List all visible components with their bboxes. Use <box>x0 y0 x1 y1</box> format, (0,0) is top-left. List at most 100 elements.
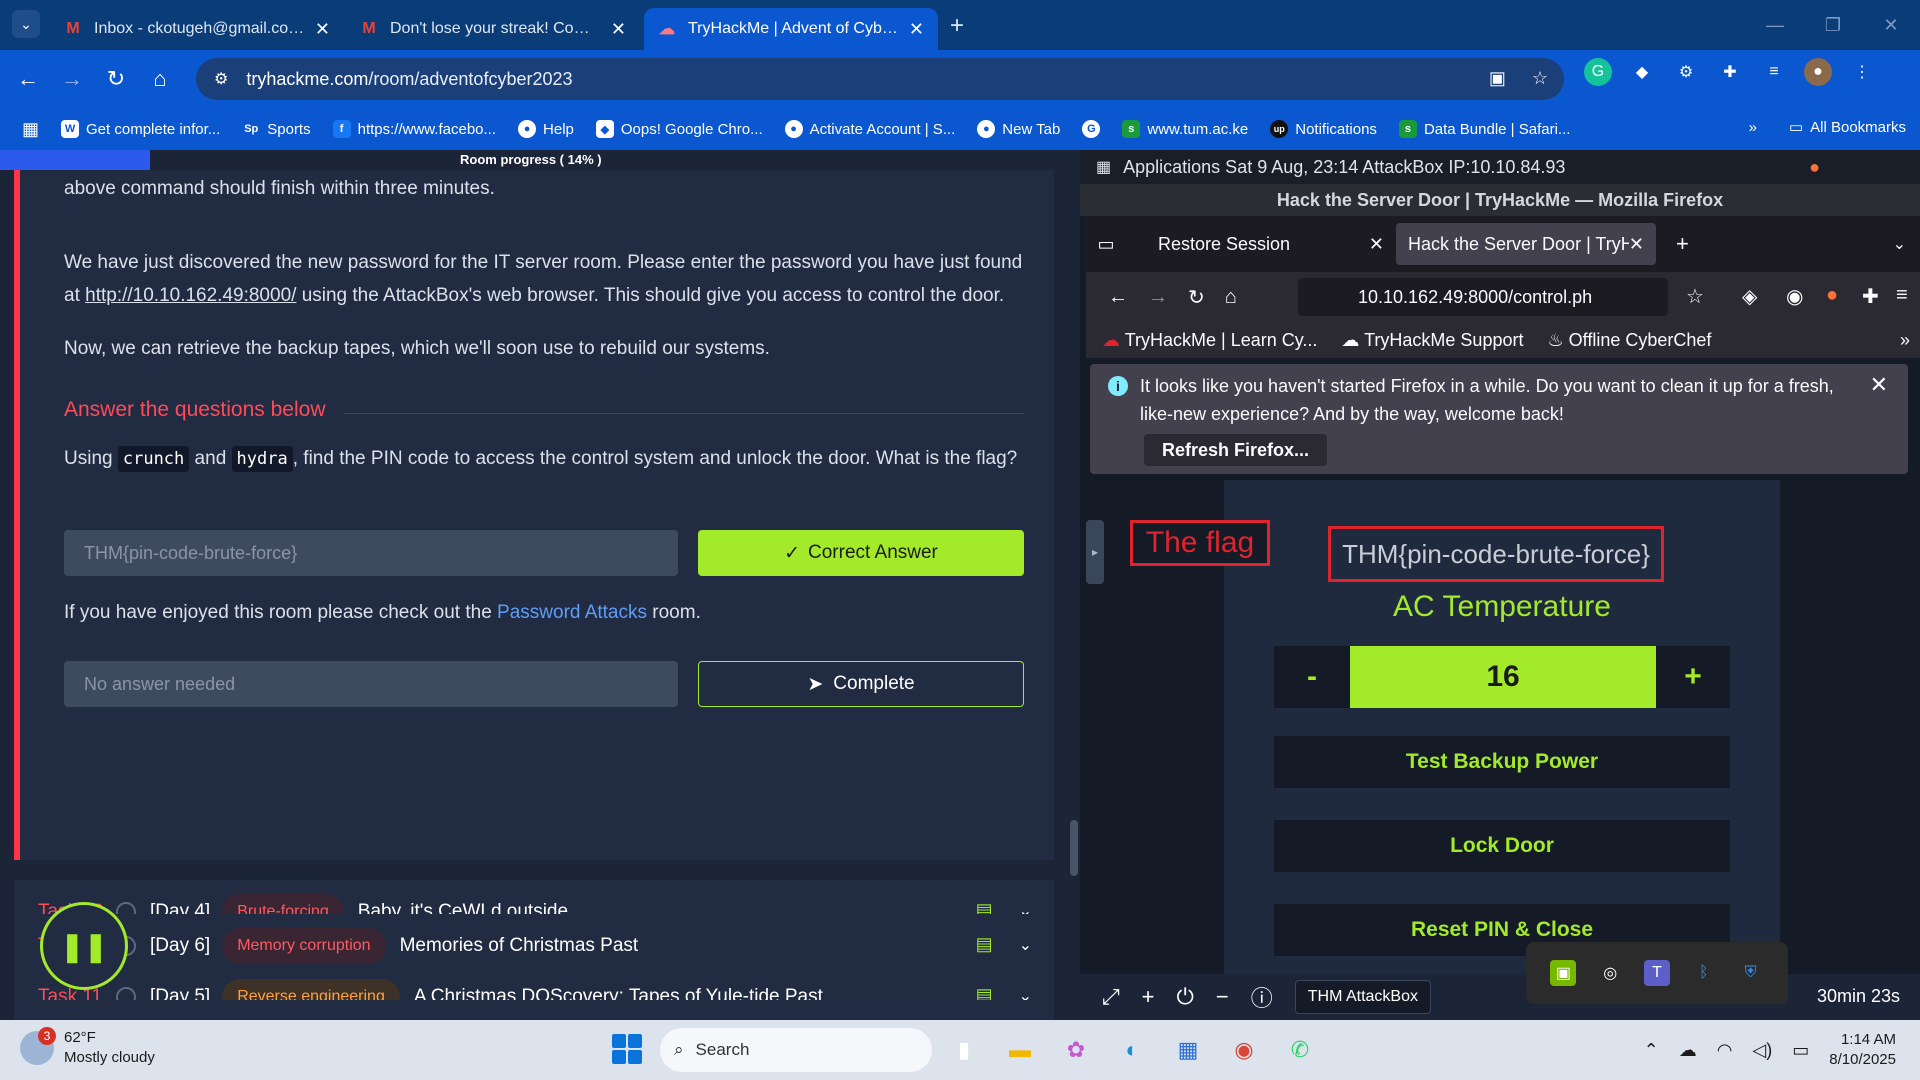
store-icon[interactable]: ▦ <box>1168 1028 1208 1072</box>
whatsapp-icon[interactable]: ✆ <box>1280 1028 1320 1072</box>
complete-button[interactable]: ➤ Complete <box>698 661 1024 707</box>
refresh-firefox-button[interactable]: Refresh Firefox... <box>1144 434 1328 466</box>
bookmark-star-icon[interactable]: ☆ <box>1686 284 1704 309</box>
answer-input[interactable]: No answer needed <box>64 661 678 707</box>
chevron-right-icon[interactable]: » <box>1900 330 1910 351</box>
back-icon[interactable]: ← <box>8 59 48 99</box>
taskbar-search[interactable]: ⌕ Search <box>660 1028 932 1072</box>
extension-diamond-icon[interactable]: ◆ <box>1628 58 1656 86</box>
close-icon[interactable]: ✕ <box>611 19 626 40</box>
teams-icon[interactable]: T <box>1643 960 1670 986</box>
reload-icon[interactable]: ↻ <box>96 59 136 99</box>
forward-icon[interactable]: → <box>1148 286 1168 309</box>
extension-icon[interactable]: ● <box>1826 284 1838 307</box>
minus-icon[interactable]: − <box>1216 984 1229 1010</box>
pocket-icon[interactable]: ◈ <box>1742 284 1757 309</box>
bookmark-item[interactable]: f https://www.facebo... <box>332 120 496 138</box>
bookmark-item[interactable]: W Get complete infor... <box>61 120 220 138</box>
menu-icon[interactable]: ⋮ <box>1848 58 1876 86</box>
new-tab-button[interactable]: + <box>950 12 964 40</box>
minimize-icon[interactable]: — <box>1746 0 1804 50</box>
bookmark-star-icon[interactable]: ☆ <box>1532 68 1548 89</box>
temp-decrease-button[interactable]: - <box>1274 646 1350 708</box>
account-icon[interactable]: ◉ <box>1786 284 1803 309</box>
close-icon[interactable]: ✕ <box>1629 234 1644 255</box>
answer-input[interactable]: THM{pin-code-brute-force} <box>64 530 678 576</box>
password-attacks-link[interactable]: Password Attacks <box>497 602 647 623</box>
bookmark-item[interactable]: ● Activate Account | S... <box>784 120 955 138</box>
attackbox-label[interactable]: THM AttackBox <box>1294 980 1431 1014</box>
close-icon[interactable]: ✕ <box>1870 372 1888 398</box>
power-icon[interactable]: ⏻ <box>1176 984 1193 1010</box>
chevron-down-icon[interactable]: ⌄ <box>1019 935 1032 955</box>
server-link[interactable]: http://10.10.162.49:8000/ <box>85 285 296 306</box>
wifi-icon[interactable]: ◠ <box>1717 1040 1733 1061</box>
firefox-url-bar[interactable]: 10.10.162.49:8000/control.ph <box>1298 278 1668 316</box>
apps-grid-icon[interactable]: ▦ <box>22 119 39 140</box>
menu-icon[interactable]: ≡ <box>1896 284 1908 307</box>
bookmark-item[interactable]: ● New Tab <box>977 120 1060 138</box>
scrollbar-thumb[interactable] <box>1070 820 1078 876</box>
edge-icon[interactable]: ◐ <box>1112 1028 1152 1072</box>
temp-increase-button[interactable]: + <box>1656 646 1730 708</box>
battery-icon[interactable]: ▭ <box>1792 1040 1809 1061</box>
copilot-icon[interactable]: ✿ <box>1056 1028 1096 1072</box>
chrome-icon[interactable]: ◉ <box>1224 1028 1264 1072</box>
bluetooth-icon[interactable]: ᛒ <box>1691 960 1717 986</box>
nvidia-icon[interactable]: ▣ <box>1550 960 1577 986</box>
close-icon[interactable]: ✕ <box>315 19 330 40</box>
expand-icon[interactable]: ⤢ <box>1102 984 1120 1010</box>
side-panel-handle[interactable]: ▸ <box>1086 520 1104 584</box>
all-bookmarks[interactable]: ▭ All Bookmarks <box>1789 118 1906 137</box>
site-info-icon[interactable]: ⚙ <box>214 69 228 89</box>
bookmark-item[interactable]: up Notifications <box>1270 120 1377 138</box>
bookmark-item[interactable]: s Data Bundle | Safari... <box>1398 120 1570 138</box>
clipboard-icon[interactable]: ▣ <box>1489 68 1506 89</box>
tab-tryhackme[interactable]: ☁ TryHackMe | Advent of Cyber 20 ✕ <box>644 8 938 50</box>
volume-icon[interactable]: ◁) <box>1752 1040 1772 1061</box>
bookmark-item[interactable]: ☁ TryHackMe | Learn Cy... <box>1102 330 1317 351</box>
weather-widget[interactable]: 3 62°F Mostly cloudy <box>20 1027 155 1068</box>
correct-answer-button[interactable]: ✓ Correct Answer <box>698 530 1024 576</box>
start-icon[interactable] <box>612 1034 642 1064</box>
apps-grid-icon[interactable]: ▦ <box>1096 157 1111 177</box>
bookmark-item[interactable]: Sp Sports <box>242 120 311 138</box>
clock[interactable]: 1:14 AM 8/10/2025 <box>1829 1030 1896 1070</box>
close-window-icon[interactable]: ✕ <box>1862 0 1920 50</box>
close-icon[interactable]: ✕ <box>1369 234 1384 255</box>
tab-overview-icon[interactable]: ▭ <box>1086 234 1126 255</box>
task-view-icon[interactable]: ▮ <box>944 1028 984 1072</box>
home-icon[interactable]: ⌂ <box>140 59 180 99</box>
new-tab-button[interactable]: + <box>1676 231 1689 257</box>
tab-gmail-inbox[interactable]: M Inbox - ckotugeh@gmail.com - ✕ <box>50 8 344 50</box>
bookmark-item[interactable]: ● Help <box>518 120 574 138</box>
puzzle-icon[interactable]: ✚ <box>1862 284 1879 309</box>
home-icon[interactable]: ⌂ <box>1225 286 1237 309</box>
chevron-up-icon[interactable]: ⌃ <box>1644 1040 1659 1061</box>
tab-search-button[interactable]: ⌄ <box>12 10 40 38</box>
tab-server-door[interactable]: Hack the Server Door | TryHa ✕ <box>1396 223 1656 265</box>
defender-icon[interactable]: ⛨ <box>1738 960 1764 986</box>
back-icon[interactable]: ← <box>1108 286 1128 309</box>
extension-gear-icon[interactable]: ⚙ <box>1672 58 1700 86</box>
tab-restore-session[interactable]: Restore Session ✕ <box>1126 223 1396 265</box>
test-backup-power-button[interactable]: Test Backup Power <box>1274 736 1730 788</box>
plus-icon[interactable]: + <box>1142 984 1155 1010</box>
reload-icon[interactable]: ↻ <box>1188 285 1205 310</box>
onedrive-icon[interactable]: ☁ <box>1679 1040 1697 1061</box>
grammarly-icon[interactable]: G <box>1584 58 1612 86</box>
bookmark-item[interactable]: ☁ TryHackMe Support <box>1341 330 1523 351</box>
tab-gmail-streak[interactable]: M Don't lose your streak! Come b ✕ <box>346 8 640 50</box>
media-icon[interactable]: ≡ <box>1760 58 1788 86</box>
chevron-down-icon[interactable]: ⌄ <box>1893 234 1906 254</box>
restore-icon[interactable]: ❐ <box>1804 0 1862 50</box>
info-icon[interactable]: ⓘ <box>1251 981 1273 1013</box>
close-icon[interactable]: ✕ <box>909 19 924 40</box>
bookmark-item[interactable]: ♨ Offline CyberChef <box>1547 330 1711 351</box>
puzzle-icon[interactable]: ✚ <box>1716 58 1744 86</box>
sync-icon[interactable]: ◎ <box>1597 960 1623 986</box>
bookmark-item[interactable]: G <box>1082 120 1101 138</box>
pause-icon[interactable]: ❚❚ <box>40 902 128 990</box>
address-bar[interactable]: ⚙ tryhackme.com/room/adventofcyber2023 ▣… <box>196 58 1564 100</box>
avatar[interactable]: ● <box>1804 58 1832 86</box>
